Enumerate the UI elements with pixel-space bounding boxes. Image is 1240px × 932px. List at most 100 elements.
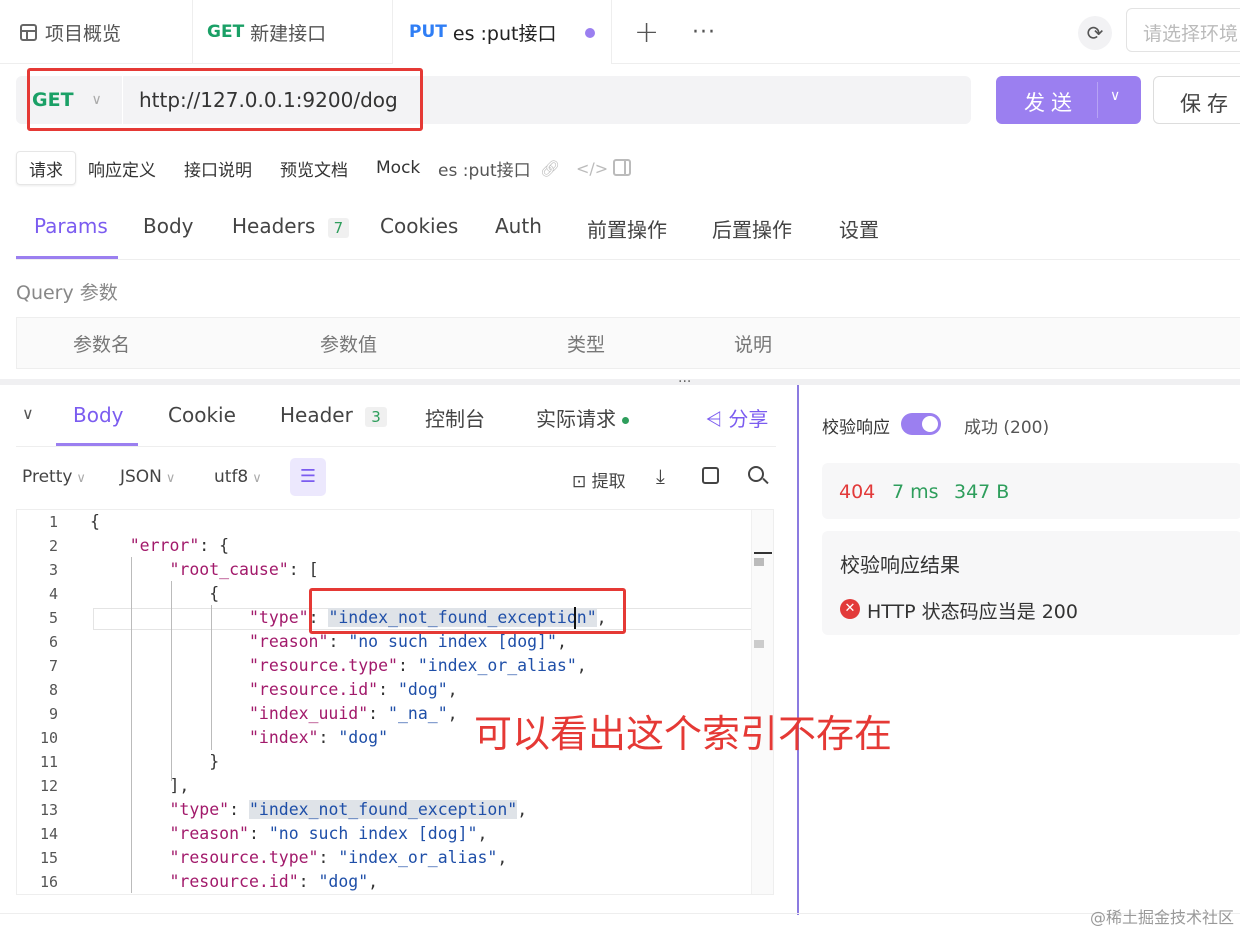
env-placeholder: 请选择环境 (1143, 23, 1239, 45)
resp-tab-cookie[interactable]: Cookie (168, 403, 236, 427)
extract-button[interactable]: ⊡ 提取 (572, 467, 626, 492)
line-number: 14 (39, 825, 58, 843)
code-line: "resource.id": "dog", (248, 680, 458, 699)
json-value: "_na_" (388, 704, 448, 723)
line-number: 3 (48, 561, 58, 579)
drag-handle-icon[interactable]: ··· (678, 374, 691, 390)
json-key: "index" (248, 728, 319, 747)
response-time: 7 ms (892, 481, 939, 503)
resp-tab-actual[interactable]: 实际请求 (536, 403, 630, 432)
json-value: "no such index [dog]" (268, 824, 478, 843)
format-encoding[interactable]: utf8 ∨ (214, 467, 262, 487)
tab-pre[interactable]: 前置操作 (587, 214, 667, 243)
format-enc-label: utf8 (214, 467, 249, 487)
code-line: "index": "dog" (248, 728, 389, 747)
send-button[interactable]: 发送 ∨ (996, 76, 1141, 124)
save-label: 保存 (1180, 92, 1234, 116)
unsaved-dot-icon (585, 28, 595, 38)
copy-icon[interactable] (702, 467, 719, 484)
validate-label: 校验响应 (822, 418, 890, 438)
json-key: "index_uuid" (248, 704, 369, 723)
code-line: } (90, 752, 220, 771)
json-value: "index_not_found_exception" (248, 800, 518, 819)
json-value: "dog" (397, 680, 448, 699)
resp-tab-body[interactable]: Body (73, 403, 124, 427)
json-key: "resource.id" (248, 680, 379, 699)
chevron-down-icon[interactable]: ∨ (1110, 88, 1120, 104)
json-value: "index_or_alias" (338, 848, 498, 867)
line-number: 8 (48, 681, 58, 699)
subtab-request[interactable]: 请求 (16, 151, 76, 185)
save-button[interactable]: 保存 (1153, 76, 1240, 124)
format-pretty[interactable]: Pretty ∨ (22, 467, 86, 487)
code-line: "reason": "no such index [dog]", (169, 824, 488, 843)
json-key: "error" (129, 536, 200, 555)
overview-icon (20, 23, 37, 41)
line-number: 12 (39, 777, 58, 795)
subtab-mock[interactable]: Mock (376, 151, 420, 185)
tab-overview[interactable]: 项目概览 (20, 0, 121, 64)
line-number: 16 (39, 873, 58, 891)
tab-put-es[interactable]: PUT es :put接口 (392, 0, 612, 64)
json-value: "dog" (318, 872, 369, 891)
panel-icon[interactable] (613, 159, 631, 176)
send-label: 发送 (1024, 91, 1078, 115)
tab-post[interactable]: 后置操作 (712, 214, 792, 243)
json-value: "index_or_alias" (417, 656, 577, 675)
refresh-icon[interactable]: ⟳ (1078, 16, 1112, 50)
tab-headers[interactable]: Headers 7 (232, 214, 350, 238)
headers-count-badge: 7 (327, 218, 350, 238)
highlight-box-type (309, 588, 626, 634)
env-select[interactable]: 请选择环境 (1126, 8, 1240, 52)
resp-tab-header[interactable]: Header 3 (280, 403, 387, 427)
resp-tab-console[interactable]: 控制台 (425, 403, 485, 432)
json-key: "resource.type" (169, 848, 319, 867)
line-number: 15 (39, 849, 58, 867)
response-size: 347 B (954, 481, 1010, 503)
col-name: 参数名 (73, 334, 131, 356)
share-icon: ⩤ (706, 407, 722, 431)
json-key: "reason" (169, 824, 249, 843)
link-icon[interactable]: 🔗︎ (540, 151, 560, 185)
download-icon[interactable]: ⤓ (656, 464, 665, 488)
share-button[interactable]: ⩤ 分享 (706, 403, 768, 432)
tab-auth[interactable]: Auth (495, 214, 542, 238)
format-json[interactable]: JSON ∨ (120, 467, 175, 487)
code-line: "type": "index_not_found_exception", (169, 800, 528, 819)
code-line: "index_uuid": "_na_", (248, 704, 458, 723)
validate-status: 成功 (200) (964, 418, 1050, 438)
panel-divider[interactable] (797, 385, 799, 915)
tab-body[interactable]: Body (143, 214, 194, 238)
tab-overview-label: 项目概览 (45, 22, 122, 45)
code-line: "resource.id": "dog", (169, 872, 379, 891)
col-value: 参数值 (320, 334, 378, 356)
tab-settings[interactable]: 设置 (839, 214, 879, 243)
share-label: 分享 (728, 407, 769, 431)
validate-result-msg: HTTP 状态码应当是 200 (867, 601, 1078, 623)
format-json-label: JSON (120, 467, 162, 487)
collapse-icon[interactable]: ∨ (22, 404, 34, 423)
code-line: "resource.type": "index_or_alias", (248, 656, 587, 675)
json-key: "type" (248, 608, 309, 627)
validate-toggle[interactable] (901, 413, 941, 435)
code-line: "reason": "no such index [dog]", (248, 632, 567, 651)
tab-cookies[interactable]: Cookies (380, 214, 458, 238)
code-icon[interactable]: </> (576, 151, 608, 185)
resp-tab-actual-label: 实际请求 (536, 407, 616, 431)
json-key: "type" (169, 800, 230, 819)
json-value: "no such index [dog]" (348, 632, 557, 651)
more-icon[interactable]: ··· (692, 0, 716, 64)
search-icon[interactable] (748, 466, 769, 485)
wrap-icon[interactable]: ☰ (290, 458, 326, 496)
line-number: 5 (48, 609, 58, 627)
splitter[interactable] (0, 379, 1240, 385)
code-line: ], (90, 776, 190, 795)
line-number: 4 (48, 585, 58, 603)
code-line: { (90, 584, 220, 603)
tab-params[interactable]: Params (34, 214, 108, 238)
subtab-response-def[interactable]: 响应定义 (88, 151, 156, 185)
subtab-doc[interactable]: 接口说明 (184, 151, 252, 185)
add-tab-icon[interactable]: + (634, 0, 659, 64)
tab-get-new[interactable]: GET 新建接口 (192, 0, 392, 64)
subtab-preview[interactable]: 预览文档 (280, 151, 348, 185)
